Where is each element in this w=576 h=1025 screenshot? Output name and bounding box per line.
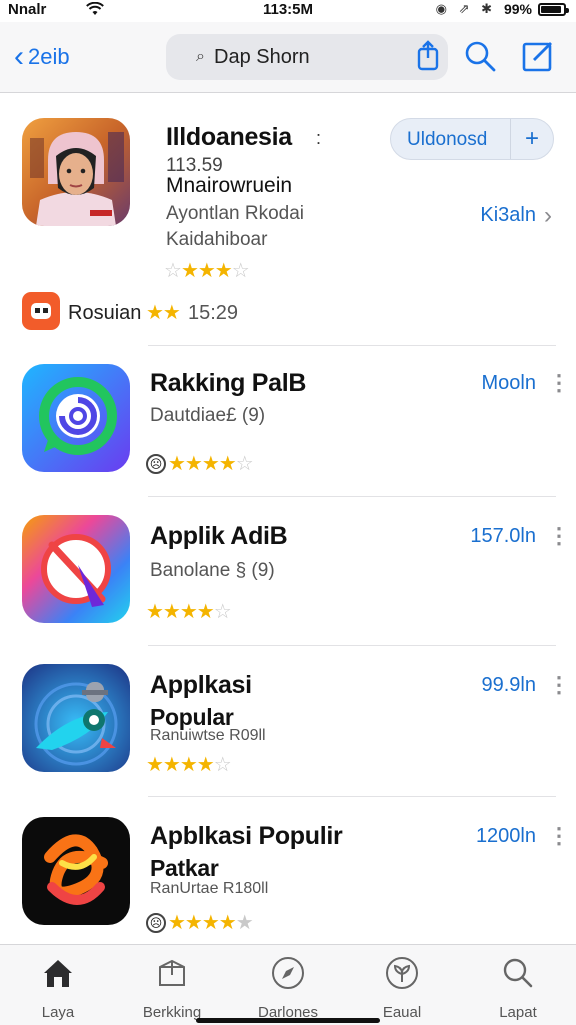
back-label: 2eib xyxy=(28,44,70,69)
home-icon xyxy=(44,960,72,987)
tab-home[interactable]: Laya xyxy=(8,955,108,1021)
app-rating: ★★★★☆ xyxy=(146,601,232,623)
mini-app-icon xyxy=(22,292,60,330)
app-subtitle: Dautdiae£ (9) xyxy=(150,405,266,426)
plant-icon xyxy=(386,957,418,989)
status-bar: Nnalr 113:5M ◉ ⇗ ✱ 99% xyxy=(0,0,576,22)
search-field[interactable]: ⌕ Dap Shorn xyxy=(166,34,448,80)
app-subtitle: Ranuiwtse R09ll xyxy=(150,727,266,744)
app-subtitle: RanUrtae R180ll xyxy=(150,880,269,897)
featured-rating: ☆★★★☆ xyxy=(164,260,250,282)
search-icon xyxy=(503,958,533,988)
featured-app-icon xyxy=(22,118,130,226)
status-icons: ◉ ⇗ ✱ xyxy=(435,1,496,16)
tab-label: Lapat xyxy=(499,1004,537,1021)
featured-get-label: Uldonosd xyxy=(407,129,488,150)
featured-line1: Ayontlan Rkodai xyxy=(166,203,305,224)
package-icon xyxy=(159,959,185,986)
featured-dot: : xyxy=(316,128,322,148)
featured-line2: Kaidahiboar xyxy=(166,229,268,250)
plus-icon[interactable]: + xyxy=(510,119,553,159)
search-icon[interactable] xyxy=(462,38,498,74)
app-subtitle: Banolane § (9) xyxy=(150,560,275,581)
app-icon-compass xyxy=(22,515,130,623)
app-icon-chat xyxy=(22,364,130,472)
search-small-icon: ⌕ xyxy=(196,48,205,65)
featured-link[interactable]: Ki3aln xyxy=(440,204,536,227)
app-rating: ★★★★☆ xyxy=(168,453,254,475)
get-button[interactable]: 1200ln xyxy=(400,825,536,848)
tab-label: Laya xyxy=(41,1004,75,1021)
age-badge-icon: ☹ xyxy=(146,454,166,474)
compass-icon xyxy=(272,957,304,989)
battery-percent: 99% xyxy=(503,1,532,17)
mini-app-count: 15:29 xyxy=(188,302,239,324)
get-button[interactable]: Mooln xyxy=(400,372,536,395)
featured-subtitle: Mnairowruein xyxy=(166,174,293,197)
search-text: Dap Shorn xyxy=(214,46,310,68)
home-indicator xyxy=(196,1018,380,1023)
share-icon[interactable] xyxy=(410,38,446,74)
app-title: Applik AdiB xyxy=(150,522,288,550)
back-button[interactable]: ‹ 2eib xyxy=(14,40,70,74)
tab-search[interactable]: Lapat xyxy=(468,955,568,1021)
chevron-right-icon: › xyxy=(544,202,552,229)
list-item[interactable]: Apblkasi Populir Patkar RanUrtae R180ll … xyxy=(0,797,576,944)
compose-icon[interactable] xyxy=(520,38,556,74)
app-title: Apblkasi Populir xyxy=(150,822,343,850)
app-icon-knot xyxy=(22,817,130,925)
battery-icon xyxy=(538,3,569,16)
mini-app-label: Rosuian xyxy=(68,302,142,324)
age-badge-icon: ☹ xyxy=(146,913,166,933)
get-button[interactable]: 157.0ln xyxy=(400,525,536,548)
app-rating: ★★★★★ xyxy=(168,912,254,934)
mini-app-row[interactable]: Rosuian ★★ 15:29 xyxy=(0,292,576,334)
chevron-left-icon: ‹ xyxy=(14,40,24,73)
get-button[interactable]: 99.9ln xyxy=(400,674,537,697)
tab-ranking[interactable]: Berkking xyxy=(122,955,222,1021)
app-title: Rakking PalB xyxy=(150,369,307,397)
more-icon[interactable]: ⋮ xyxy=(548,525,570,547)
app-title: Applkasi xyxy=(150,671,252,699)
app-icon-bird xyxy=(22,664,130,772)
tab-explore[interactable]: Darlones xyxy=(238,955,338,1021)
list-item[interactable]: Applkasi Popular Ranuiwtse R09ll ★★★★☆ 9… xyxy=(0,646,576,796)
tab-bar: Laya Berkking Darlones Eaual Lapat xyxy=(0,944,576,1025)
more-icon[interactable]: ⋮ xyxy=(548,825,570,847)
app-rating: ★★★★☆ xyxy=(146,754,232,776)
more-icon[interactable]: ⋮ xyxy=(548,372,570,394)
list-item[interactable]: Applik AdiB Banolane § (9) ★★★★☆ 157.0ln… xyxy=(0,497,576,645)
mini-app-rating: ★★ xyxy=(146,302,181,324)
more-icon[interactable]: ⋮ xyxy=(548,674,570,696)
tab-featured[interactable]: Eaual xyxy=(352,955,452,1021)
featured-get-button[interactable]: Uldonosd + xyxy=(390,118,554,160)
navigation-bar: ‹ 2eib ⌕ Dap Shorn xyxy=(0,22,576,93)
list-item[interactable]: Rakking PalB Dautdiae£ (9) ☹ ★★★★☆ Mooln… xyxy=(0,346,576,496)
featured-title: Illdoanesia xyxy=(166,123,292,151)
